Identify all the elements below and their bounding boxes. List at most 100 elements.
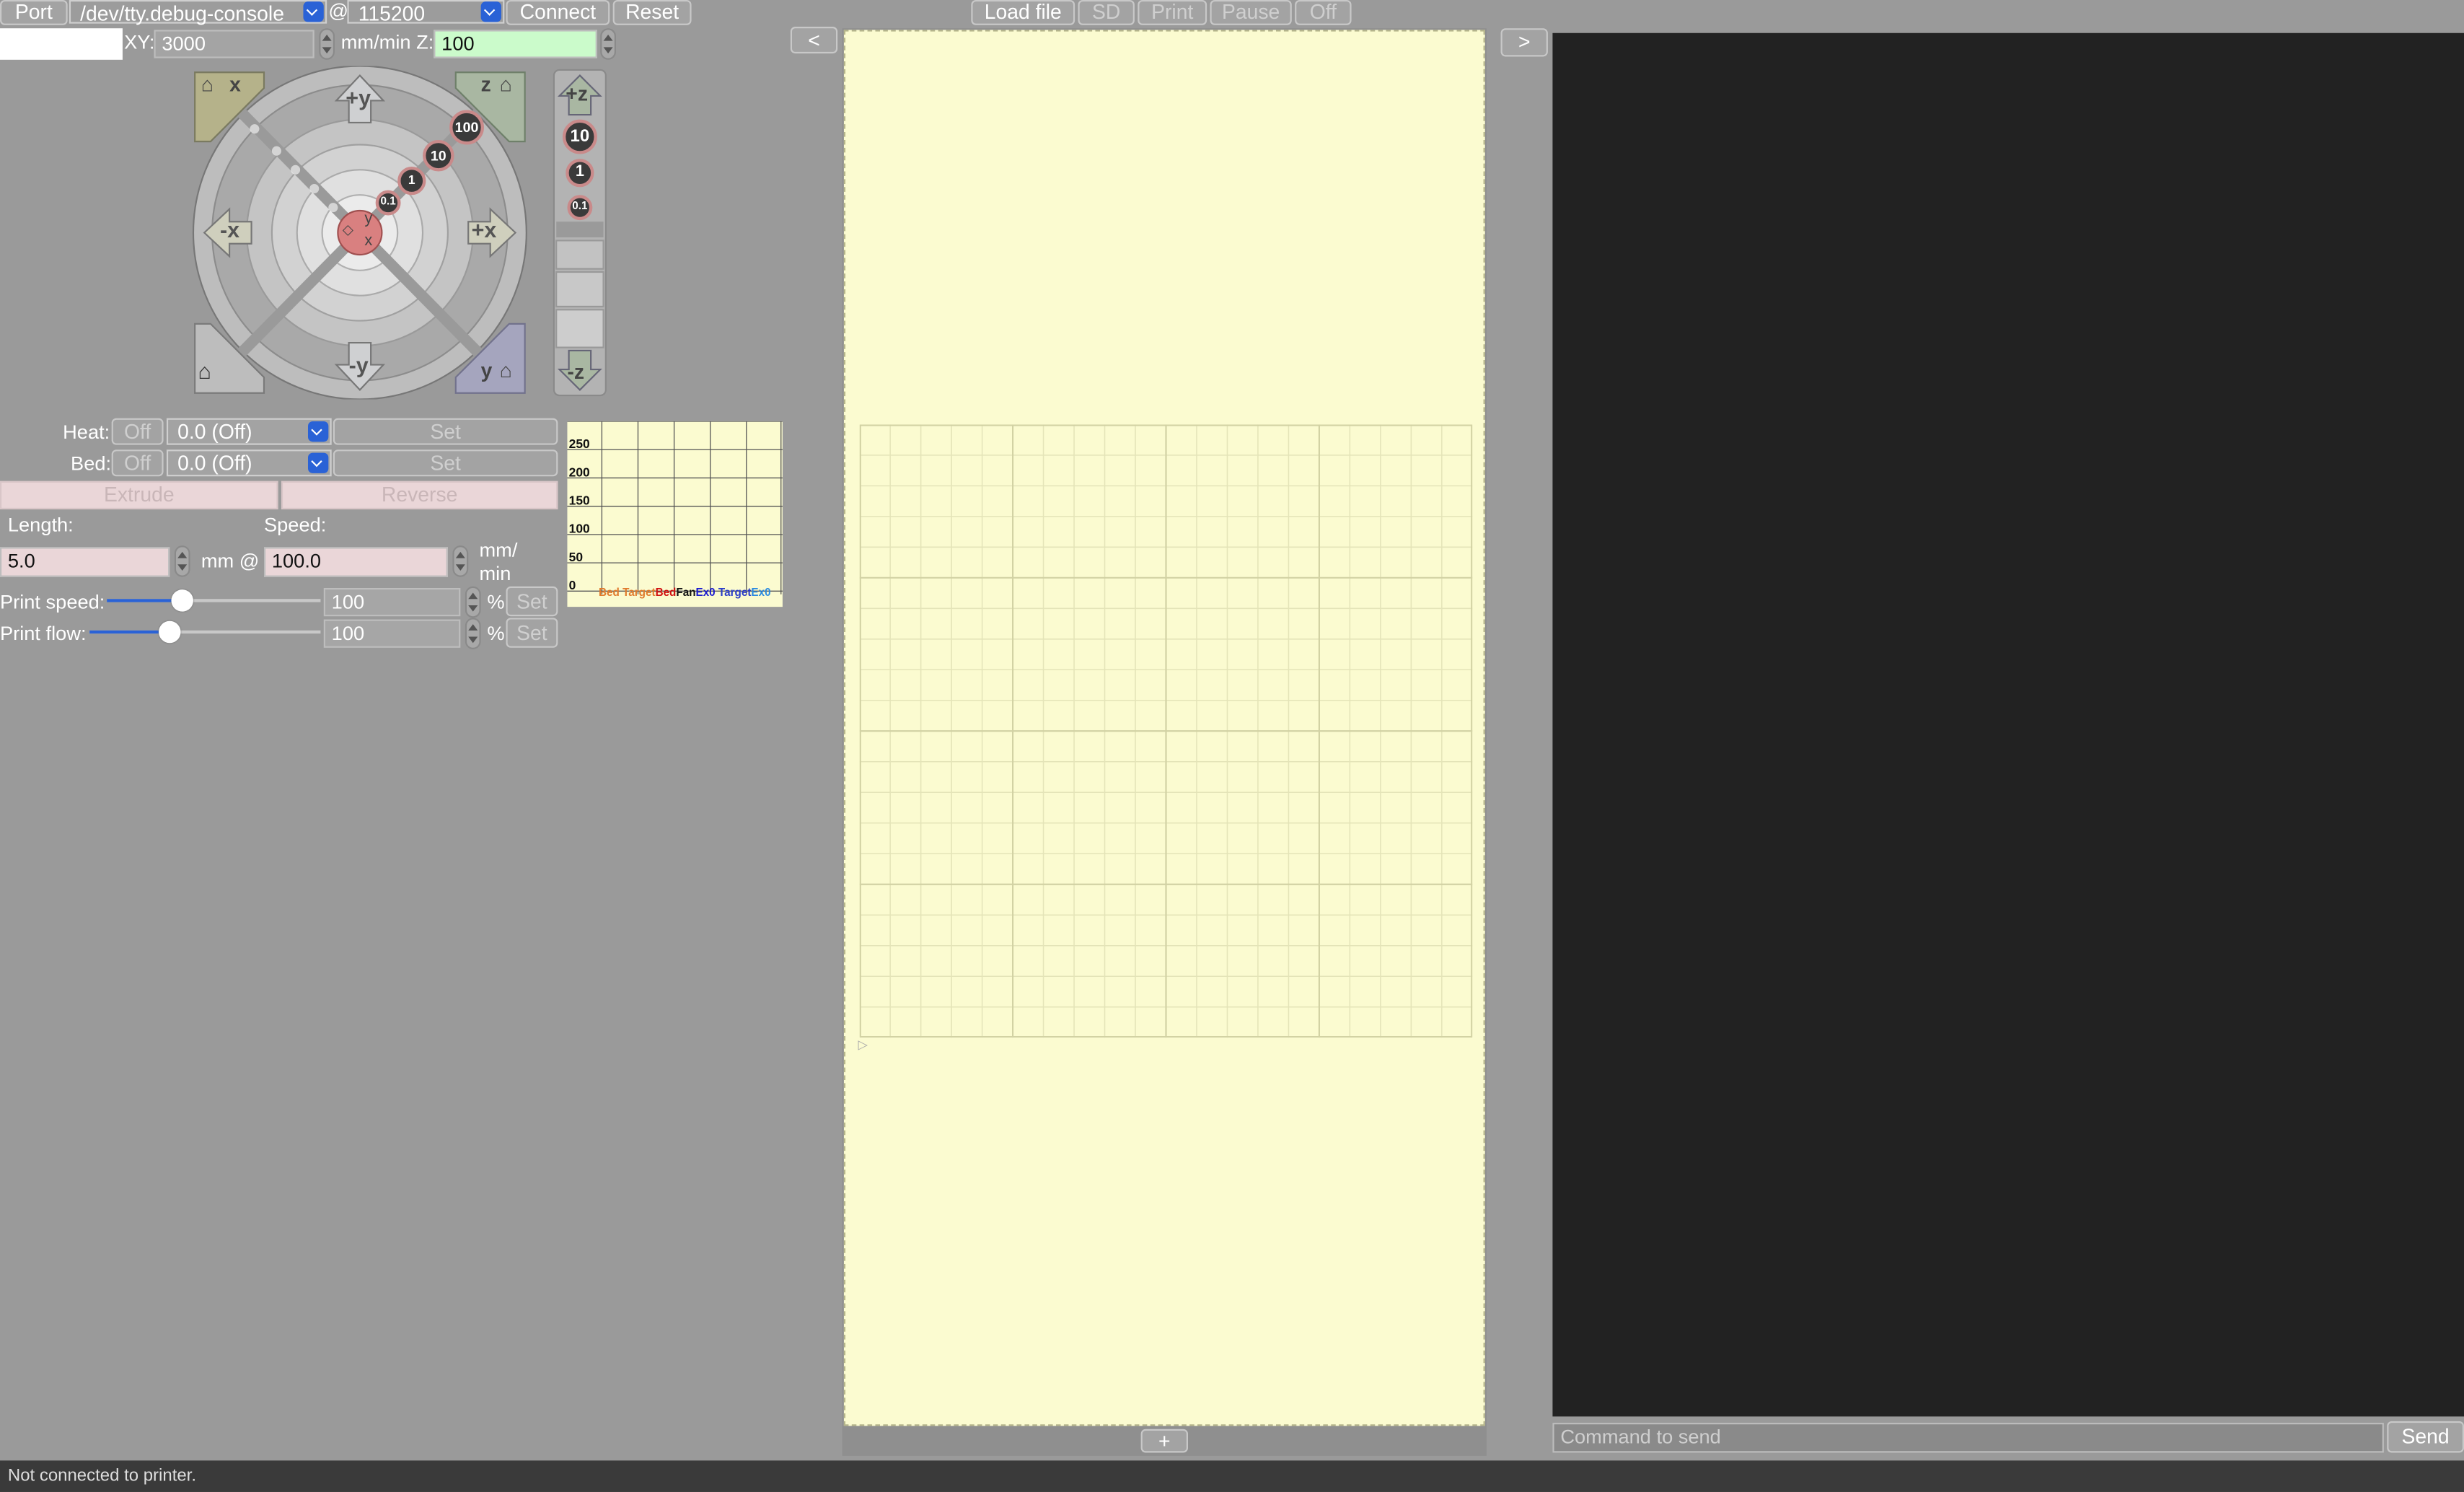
collapse-left-button[interactable]: < (790, 27, 838, 54)
legend-bed: Bed (655, 587, 677, 600)
minus-x-label[interactable]: -x (220, 217, 239, 242)
reset-button[interactable]: Reset (612, 0, 692, 25)
print-flow-label: Print flow: (0, 622, 87, 645)
slider-thumb[interactable] (159, 620, 181, 644)
y-tick-250: 250 (568, 436, 590, 452)
at-label: @ (328, 0, 348, 22)
legend-bed-target: Bed Target (599, 587, 656, 600)
xy-label: XY: (124, 31, 155, 54)
print-flow-slider[interactable] (89, 620, 321, 645)
bed-off-button[interactable]: Off (111, 449, 164, 477)
y-tick-0: 0 (568, 578, 576, 593)
print-bed-grid (859, 424, 1473, 1038)
print-bed-panel[interactable]: ▷ + (842, 28, 1487, 1456)
port-select[interactable]: /dev/tty.debug-console (69, 0, 327, 25)
add-button[interactable]: + (1140, 1429, 1188, 1453)
home-all-icon[interactable]: ⌂ (198, 359, 211, 384)
mm-at-label: mm @ (201, 550, 260, 573)
app-stage: Port /dev/tty.debug-console @ 115200 Con… (0, 0, 2464, 1492)
command-input[interactable]: Command to send (1552, 1423, 2384, 1453)
port-button[interactable]: Port (0, 0, 68, 25)
off-button[interactable]: Off (1295, 0, 1352, 25)
z-step-1[interactable]: 1 (566, 159, 594, 188)
xy-step-1[interactable]: 1 (397, 166, 426, 196)
load-file-button[interactable]: Load file (971, 0, 1075, 25)
length-stepper[interactable] (174, 545, 190, 577)
print-speed-percent: % (487, 591, 505, 613)
plus-z-label[interactable]: +z (566, 82, 588, 105)
print-flow-percent: % (487, 622, 505, 645)
print-button[interactable]: Print (1138, 0, 1207, 25)
heat-off-button[interactable]: Off (111, 418, 164, 445)
reverse-button[interactable]: Reverse (281, 480, 558, 510)
plus-x-label[interactable]: +x (472, 217, 497, 242)
speed-input[interactable]: 100.0 (263, 547, 448, 577)
home-y-label[interactable]: y (481, 359, 493, 382)
y-tick-100: 100 (568, 522, 590, 537)
bed-select[interactable]: 0.0 (Off) (166, 449, 332, 477)
z-feedrate-input[interactable]: 100 (434, 30, 597, 58)
home-z-label[interactable]: z (481, 72, 491, 96)
print-speed-input[interactable]: 100 (323, 587, 461, 617)
plus-y-label[interactable]: +y (346, 85, 371, 110)
chevron-down-icon (307, 421, 329, 442)
minus-z-label[interactable]: -z (567, 360, 584, 384)
temperature-graph: 250 200 150 100 50 0 Bed TargetBedFanEx0… (567, 421, 783, 607)
chevron-down-icon (480, 1, 501, 22)
y-tick-50: 50 (568, 550, 584, 565)
xy-step-100[interactable]: 100 (449, 110, 484, 145)
xy-step-0-1[interactable]: 0.1 (375, 190, 401, 216)
xy-jog-control[interactable]: +y -y -x +x x ⌂ z ⌂ ⌂ y ⌂ y x ◇ 100 10 1… (188, 65, 534, 400)
connect-button[interactable]: Connect (506, 0, 610, 25)
center-x-label: x (364, 232, 373, 250)
xy-feedrate-stepper[interactable] (319, 28, 335, 60)
speed-stepper[interactable] (452, 545, 469, 577)
white-swatch (0, 28, 123, 60)
xy-step-10[interactable]: 10 (423, 139, 454, 172)
print-flow-stepper[interactable] (465, 618, 481, 649)
send-button[interactable]: Send (2387, 1421, 2464, 1453)
print-bed-canvas[interactable]: ▷ (843, 30, 1485, 1426)
print-speed-label: Print speed: (0, 591, 105, 613)
heat-select[interactable]: 0.0 (Off) (166, 418, 332, 445)
minus-y-label[interactable]: -y (349, 352, 369, 377)
legend-ex0: Ex0 (695, 587, 716, 600)
home-x-icon: ⌂ (201, 72, 214, 96)
chevron-down-icon (303, 1, 324, 22)
baud-select[interactable]: 115200 (347, 0, 505, 25)
print-flow-input[interactable]: 100 (323, 619, 461, 648)
print-speed-slider[interactable] (107, 588, 321, 613)
z-jog-control[interactable]: +z -z 10 1 0.1 (553, 69, 607, 397)
speed-unit-label: mm/ min (479, 539, 518, 585)
chevron-down-icon (307, 452, 329, 473)
command-placeholder: Command to send (1560, 1426, 1721, 1448)
slider-fill (89, 630, 170, 634)
baud-value: 115200 (358, 1, 426, 25)
length-input[interactable]: 5.0 (0, 547, 170, 577)
status-bar: Not connected to printer. (0, 1460, 2464, 1492)
feed-unit-label: mm/min Z: (340, 31, 434, 54)
pause-button[interactable]: Pause (1210, 0, 1292, 25)
legend-target: Target (715, 587, 752, 600)
home-x-label[interactable]: x (229, 72, 241, 96)
print-speed-stepper[interactable] (465, 586, 481, 618)
slider-thumb[interactable] (171, 589, 193, 612)
print-flow-set-button[interactable]: Set (506, 618, 558, 648)
xy-feedrate-input[interactable]: 3000 (154, 30, 314, 58)
z-step-10[interactable]: 10 (562, 119, 597, 154)
y-tick-200: 200 (568, 465, 590, 480)
collapse-right-button[interactable]: > (1500, 28, 1548, 57)
z-step-0-1[interactable]: 0.1 (567, 195, 593, 221)
legend-ex0-target: Ex0 (751, 587, 771, 600)
print-speed-set-button[interactable]: Set (506, 586, 558, 617)
heat-set-button[interactable]: Set (333, 418, 558, 445)
port-value: /dev/tty.debug-console (80, 1, 284, 25)
center-y-label: y (364, 210, 373, 228)
speed-label: Speed: (263, 514, 327, 537)
z-feedrate-stepper[interactable] (600, 28, 616, 60)
extrude-button[interactable]: Extrude (0, 480, 278, 510)
console-output[interactable] (1552, 32, 2464, 1417)
status-text: Not connected to printer. (7, 1467, 197, 1486)
sd-button[interactable]: SD (1078, 0, 1135, 25)
bed-set-button[interactable]: Set (333, 449, 558, 477)
